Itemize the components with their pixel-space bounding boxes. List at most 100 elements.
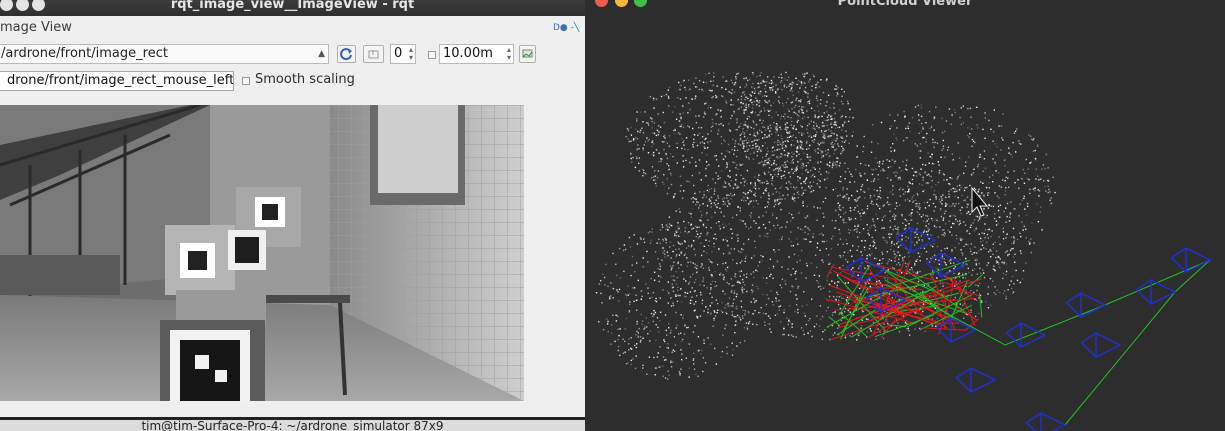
cloud-point — [668, 145, 671, 147]
cloud-point — [828, 128, 830, 131]
cloud-point — [929, 198, 931, 201]
cloud-point — [663, 141, 666, 143]
smooth-scaling-checkbox[interactable] — [242, 77, 250, 85]
refresh-button[interactable] — [337, 45, 356, 63]
cloud-point — [922, 179, 924, 181]
cloud-point — [825, 310, 828, 312]
cloud-point — [804, 315, 806, 317]
color-scheme-button[interactable] — [519, 45, 536, 63]
cloud-point — [962, 304, 964, 307]
cloud-point — [713, 188, 716, 190]
cloud-point — [714, 315, 717, 317]
cloud-point — [753, 92, 756, 94]
cloud-point — [1026, 178, 1029, 180]
cloud-point — [796, 146, 799, 148]
rotation-spinbox[interactable]: 0 ▴ ▾ — [390, 44, 416, 64]
pointcloud-canvas[interactable] — [585, 0, 1225, 431]
cloud-point — [873, 188, 875, 191]
cloud-point — [728, 223, 730, 225]
cloud-point — [925, 122, 927, 124]
cloud-point — [830, 248, 833, 250]
cloud-point — [828, 295, 831, 298]
cloud-point — [796, 150, 798, 153]
cloud-point — [756, 87, 759, 89]
cloud-point — [675, 327, 677, 329]
cloud-point — [708, 240, 710, 242]
cloud-point — [1010, 280, 1012, 282]
cloud-point — [729, 170, 731, 172]
cloud-point — [722, 203, 725, 206]
cloud-point — [806, 304, 808, 306]
range-checkbox[interactable] — [428, 51, 436, 59]
cloud-point — [1014, 182, 1016, 184]
cloud-point — [732, 305, 734, 307]
cloud-point — [746, 326, 749, 328]
cloud-point — [725, 102, 728, 104]
mouse-topic-input[interactable]: drone/front/image_rect_mouse_left — [0, 71, 234, 91]
cloud-point — [676, 162, 678, 164]
cloud-point — [970, 250, 972, 253]
cloud-point — [695, 235, 697, 238]
cloud-point — [938, 169, 941, 172]
cloud-point — [722, 290, 724, 292]
cloud-point — [788, 110, 790, 112]
cloud-point — [675, 118, 678, 120]
cloud-point — [965, 257, 967, 260]
cloud-point — [713, 317, 715, 320]
cloud-point — [820, 232, 823, 235]
cloud-point — [681, 242, 683, 245]
cloud-point — [785, 164, 787, 166]
cloud-point — [924, 207, 927, 209]
cloud-point — [726, 194, 728, 196]
cloud-point — [966, 263, 968, 266]
cloud-point — [782, 141, 784, 143]
cloud-point — [719, 272, 722, 274]
cloud-point — [970, 311, 972, 314]
cloud-point — [736, 187, 738, 189]
cloud-point — [992, 158, 994, 160]
max-range-spinbox[interactable]: 10.00m ▴ ▾ — [439, 44, 514, 64]
cloud-point — [836, 126, 839, 129]
save-image-button[interactable] — [363, 45, 384, 63]
cloud-point — [726, 164, 728, 166]
cloud-point — [732, 259, 734, 261]
cloud-point — [894, 260, 896, 262]
cloud-point — [641, 320, 644, 322]
cloud-point — [896, 172, 898, 174]
cloud-point — [875, 213, 877, 215]
cloud-point — [765, 190, 767, 192]
cloud-point — [692, 197, 694, 199]
topic-select[interactable]: /ardrone/front/image_rect ▲ — [0, 44, 329, 64]
panel-controls[interactable]: D● -╲ — [553, 23, 579, 33]
cloud-point — [831, 141, 833, 144]
cloud-point — [778, 309, 780, 311]
cloud-point — [766, 153, 768, 155]
cloud-point — [983, 276, 986, 279]
cloud-point — [908, 200, 911, 202]
cloud-point — [883, 170, 886, 172]
cloud-point — [987, 194, 989, 196]
cloud-point — [747, 125, 749, 127]
cloud-point — [689, 88, 691, 90]
cloud-point — [866, 336, 868, 338]
cloud-point — [773, 154, 775, 156]
cloud-point — [672, 279, 674, 281]
cloud-point — [881, 285, 884, 287]
cloud-point — [813, 75, 815, 78]
cloud-point — [715, 123, 717, 125]
cloud-point — [685, 97, 687, 99]
cloud-point — [792, 127, 794, 129]
cloud-point — [1047, 180, 1050, 182]
cloud-point — [708, 188, 711, 191]
cloud-point — [861, 240, 863, 242]
cloud-point — [822, 225, 824, 227]
cloud-point — [726, 281, 728, 284]
cloud-point — [771, 214, 774, 217]
camera-image[interactable] — [0, 105, 524, 401]
cloud-point — [786, 79, 789, 81]
cloud-point — [882, 216, 885, 218]
cloud-point — [675, 294, 677, 296]
cloud-point — [667, 302, 669, 304]
cloud-point — [742, 309, 744, 312]
cloud-point — [735, 295, 738, 298]
